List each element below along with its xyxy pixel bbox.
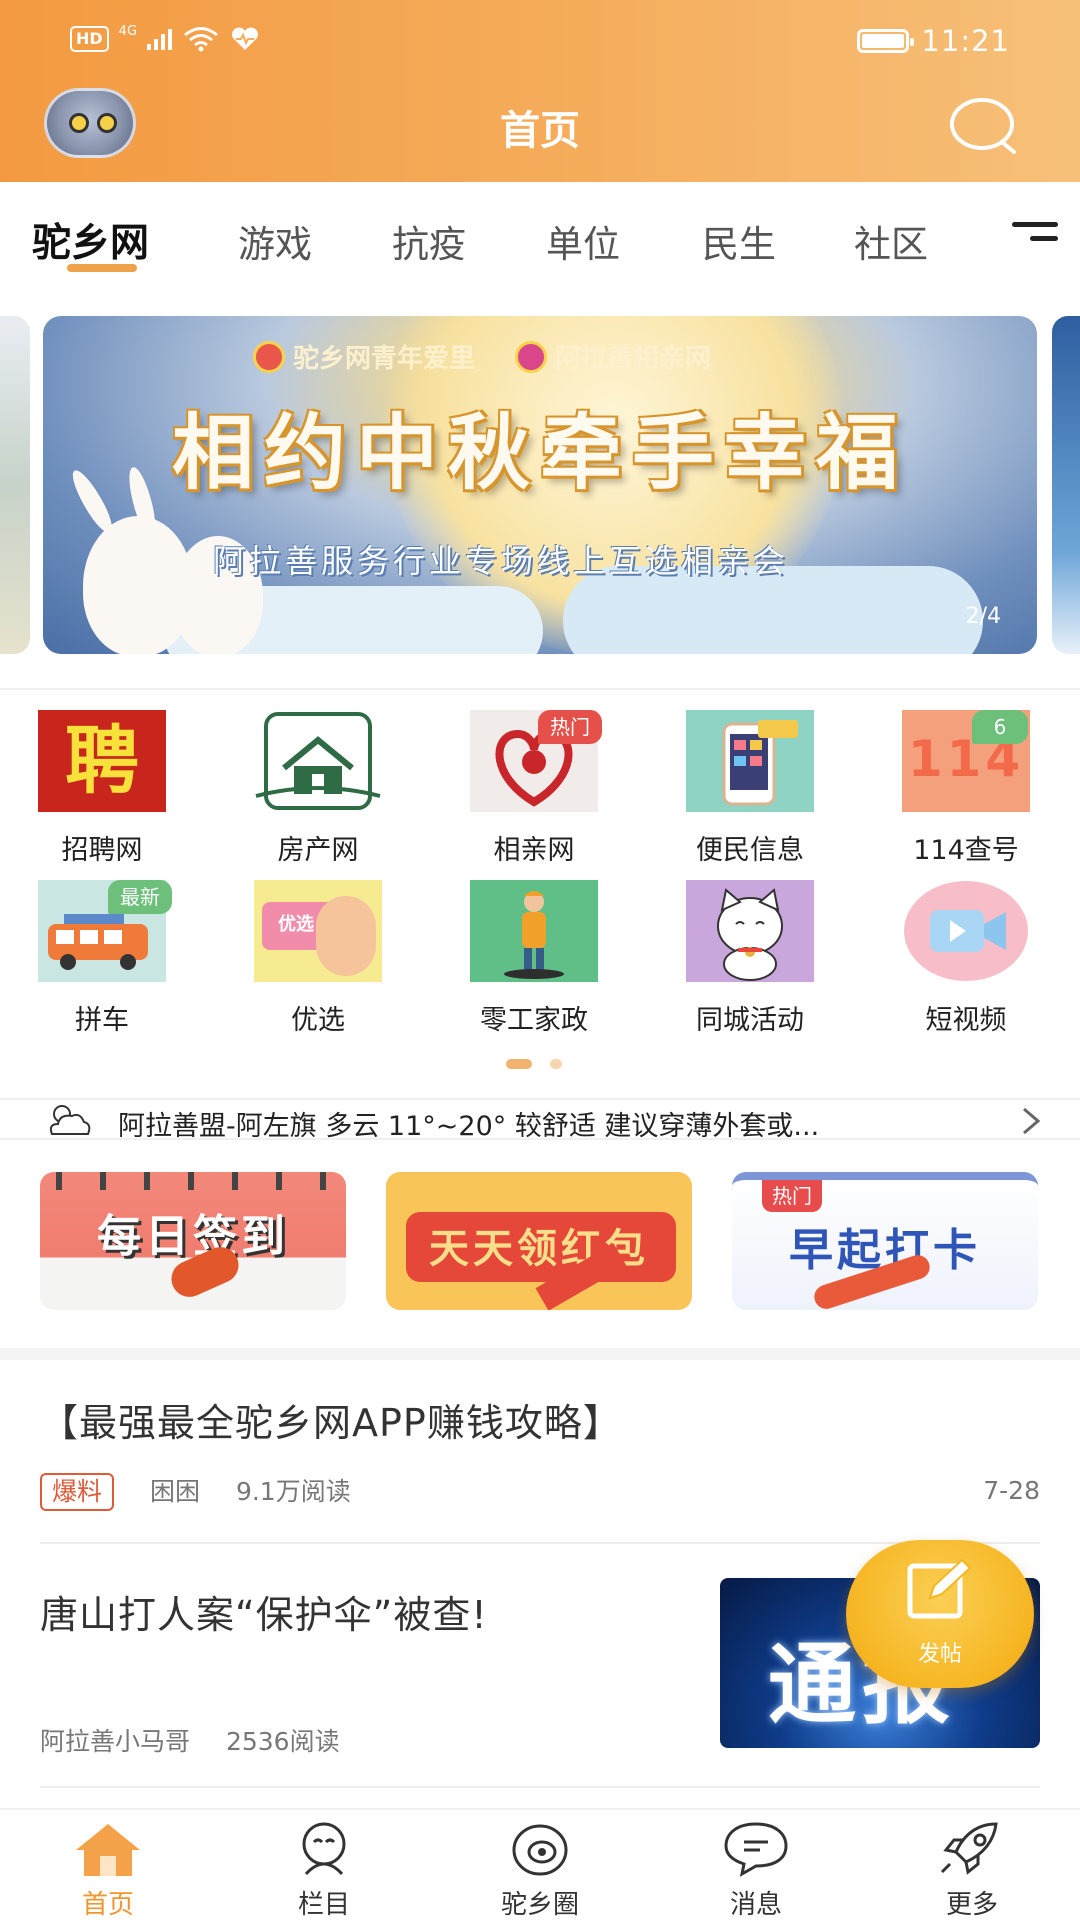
promo-title: 每日签到 — [97, 1211, 289, 1262]
status-bar: HD 4G 11:21 — [0, 0, 1080, 84]
search-icon[interactable] — [948, 96, 1020, 156]
clock: 11:21 — [921, 24, 1010, 58]
grid-label: 114查号 — [913, 835, 1019, 866]
section-divider — [0, 688, 1080, 690]
promo-daily-checkin[interactable]: 每日签到 — [40, 1172, 346, 1310]
feed-item-meta: 阿拉善小马哥 2536阅读 — [40, 1722, 340, 1758]
network-type: 4G — [118, 23, 138, 39]
bottom-navigation: 首页 栏目 驼乡圈 消息 更多 — [0, 1808, 1080, 1920]
banner-logo-left: 驼乡网青年爱里 — [253, 338, 475, 375]
grid-label: 零工家政 — [480, 1005, 588, 1036]
page-title: 首页 — [500, 108, 580, 154]
circle-icon — [512, 1824, 568, 1876]
house-icon — [255, 712, 381, 810]
tab-games[interactable]: 游戏 — [238, 214, 312, 268]
feed-item-meta: 爆料 困困 9.1万阅读 7-28 — [40, 1472, 1040, 1511]
banner-page-counter: 2/4 — [965, 604, 1001, 629]
grid-label: 优选 — [291, 1005, 345, 1036]
weather-bar[interactable]: 阿拉善盟-阿左旗 多云 11°~20° 较舒适 建议穿薄外套或... — [0, 1098, 1080, 1142]
tab-tuoxiangwang[interactable]: 驼乡网 — [32, 212, 149, 268]
coupon-icon: 优选 — [254, 880, 382, 982]
status-left: HD 4G — [70, 23, 260, 52]
nav-messages[interactable]: 消息 — [648, 1810, 864, 1920]
promo-early-checkin[interactable]: 热门 早起打卡 — [732, 1172, 1038, 1310]
tab-community[interactable]: 社区 — [854, 214, 928, 268]
section-gap — [0, 1348, 1080, 1360]
feed-item-title[interactable]: 【最强最全驼乡网APP赚钱攻略】 — [40, 1392, 622, 1447]
grid-label: 同城活动 — [696, 1005, 804, 1036]
grid-label: 房产网 — [277, 835, 359, 866]
tab-epidemic[interactable]: 抗疫 — [392, 214, 466, 268]
feed-divider — [40, 1786, 1040, 1788]
grid-label: 相亲网 — [493, 835, 575, 866]
column-face-icon — [302, 1822, 346, 1876]
phone-info-icon — [686, 710, 814, 812]
new-badge: 最新 — [108, 880, 172, 914]
wifi-icon — [184, 27, 218, 52]
grid-label: 便民信息 — [696, 835, 804, 866]
tab-menu-icon[interactable] — [1012, 218, 1060, 248]
chevron-right-icon[interactable] — [1018, 1106, 1044, 1136]
banner-carousel[interactable]: 驼乡网青年爱里 阿拉善相亲网 相约中秋牵手幸福 阿拉善服务行业专场线上互选相亲会… — [0, 316, 1080, 656]
banner-slide[interactable]: 驼乡网青年爱里 阿拉善相亲网 相约中秋牵手幸福 阿拉善服务行业专场线上互选相亲会… — [43, 316, 1037, 654]
post-button-label: 发帖 — [917, 1642, 962, 1667]
grid-label: 招聘网 — [61, 835, 143, 866]
grid-page-indicator — [506, 1059, 562, 1069]
nav-label: 消息 — [729, 1890, 782, 1920]
grid-label: 短视频 — [925, 1005, 1007, 1036]
edit-icon — [907, 1558, 972, 1619]
category-tabs: 驼乡网 游戏 抗疫 单位 民生 社区 — [0, 182, 1080, 282]
heart-pulse-icon — [232, 27, 258, 50]
tab-livelihood[interactable]: 民生 — [702, 214, 776, 268]
hiring-icon: 聘 — [38, 710, 166, 812]
rocket-icon — [940, 1822, 998, 1875]
nav-label: 栏目 — [297, 1890, 350, 1920]
signal-icon — [147, 28, 173, 50]
banner-prev-peek[interactable] — [0, 316, 30, 654]
banner-logo-right: 阿拉善相亲网 — [515, 338, 711, 375]
active-tab-indicator — [67, 264, 137, 272]
nav-home[interactable]: 首页 — [0, 1810, 216, 1920]
feed-item-title[interactable]: 唐山打人案“保护伞”被查! — [40, 1584, 488, 1639]
battery-icon — [857, 29, 915, 53]
grid-label: 拼车 — [75, 1005, 129, 1036]
scoop-tag: 爆料 — [40, 1473, 115, 1511]
feed-reads: 2536阅读 — [225, 1727, 340, 1756]
hot-badge: 热门 — [762, 1180, 822, 1212]
feed-date: 7-28 — [983, 1476, 1040, 1505]
banner-next-peek[interactable] — [1052, 316, 1080, 654]
nav-more[interactable]: 更多 — [864, 1810, 1080, 1920]
banner-title: 相约中秋牵手幸福 — [171, 405, 908, 501]
nav-camel-circle[interactable]: 驼乡圈 — [432, 1810, 648, 1920]
video-icon — [904, 881, 1028, 981]
tab-units[interactable]: 单位 — [546, 214, 620, 268]
banner-subtitle: 阿拉善服务行业专场线上互选相亲会 — [213, 542, 790, 580]
nav-label: 首页 — [81, 1890, 134, 1920]
nav-label: 更多 — [945, 1890, 998, 1920]
page-dot — [550, 1059, 562, 1069]
promo-red-packet[interactable]: 天天领红包 — [386, 1172, 692, 1310]
status-right: 11:21 — [857, 24, 1010, 58]
post-button[interactable]: 发帖 — [846, 1540, 1034, 1688]
page-dot-active — [506, 1059, 532, 1069]
banner-logos: 驼乡网青年爱里 阿拉善相亲网 — [253, 338, 711, 375]
feed-divider — [40, 1542, 1040, 1544]
promo-title: 天天领红包 — [429, 1225, 649, 1272]
feed-reads: 9.1万阅读 — [235, 1477, 351, 1506]
app-header: HD 4G 11:21 首页 — [0, 0, 1080, 182]
home-icon — [76, 1824, 140, 1876]
hot-badge: 热门 — [538, 710, 602, 744]
message-icon — [724, 1822, 788, 1877]
feed-author: 阿拉善小马哥 — [40, 1727, 191, 1756]
weather-text: 阿拉善盟-阿左旗 多云 11°~20° 较舒适 建议穿薄外套或... — [118, 1111, 820, 1142]
worker-icon — [470, 880, 598, 982]
feed-author: 困困 — [149, 1477, 200, 1506]
hd-badge: HD — [70, 26, 109, 52]
lucky-cat-icon — [686, 880, 814, 982]
nav-columns[interactable]: 栏目 — [216, 1810, 432, 1920]
nav-label: 驼乡圈 — [500, 1890, 579, 1920]
count-badge: 6 — [972, 710, 1028, 744]
cloudy-weather-icon — [49, 1105, 91, 1135]
